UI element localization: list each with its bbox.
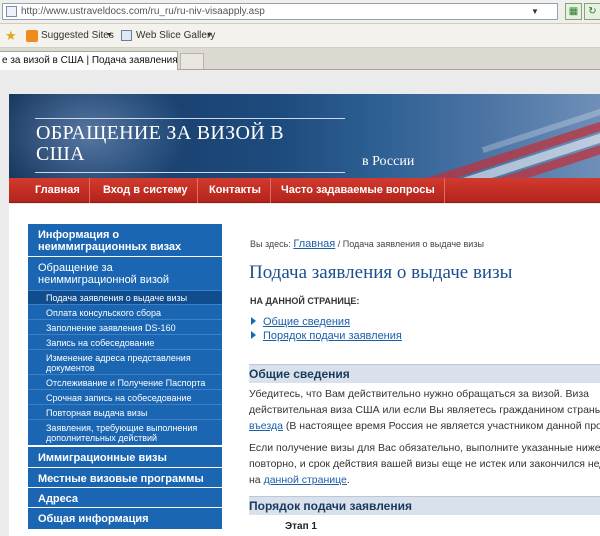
main-nav: Главная Вход в систему Контакты Часто за… — [9, 178, 600, 203]
nav-contacts[interactable]: Контакты — [200, 178, 271, 203]
nav-login[interactable]: Вход в систему — [94, 178, 198, 203]
chevron-down-icon: ▼ — [206, 32, 213, 39]
page-viewport: ОБРАЩЕНИЕ ЗА ВИЗОЙ В США в России Главна… — [0, 70, 600, 536]
favorite-web-slice-gallery[interactable]: Web Slice Gallery — [136, 29, 215, 43]
chevron-down-icon: ▼ — [106, 32, 113, 39]
sidebar: Информация о неиммиграционных визах Обра… — [28, 224, 222, 536]
tab-current[interactable]: е за визой в США | Подача заявления о ..… — [0, 51, 178, 70]
paragraph-general: Убедитесь, что Вам действительно нужно о… — [249, 388, 600, 432]
banner-subtitle: в России — [362, 154, 415, 169]
sidebar-section-niv-info[interactable]: Информация о неиммиграционных визах — [28, 224, 222, 256]
sidebar-section-general[interactable]: Общая информация — [28, 507, 222, 529]
toc-link-general[interactable]: Общие сведения — [251, 316, 350, 328]
sidebar-item-reissue[interactable]: Повторная выдача визы — [28, 404, 222, 419]
this-page-link[interactable]: данной странице — [264, 474, 347, 486]
page-title: Подача заявления о выдаче визы — [249, 262, 513, 283]
paragraph-requirements: Если получение визы для Вас обязательно,… — [249, 442, 600, 486]
sidebar-item-ds160[interactable]: Заполнение заявления DS-160 — [28, 319, 222, 334]
new-tab-button[interactable] — [180, 53, 204, 69]
sidebar-section-local-programs[interactable]: Местные визовые программы — [28, 467, 222, 487]
breadcrumb-home-link[interactable]: Главная — [293, 238, 335, 250]
sidebar-section-immigrant[interactable]: Иммиграционные визы — [28, 446, 222, 467]
favorite-suggested-sites[interactable]: Suggested Sites — [41, 29, 114, 43]
url-input[interactable]: http://www.ustraveldocs.com/ru_ru/ru-niv… — [2, 3, 558, 20]
arrow-right-icon — [251, 331, 256, 339]
sidebar-item-expedited[interactable]: Срочная запись на собеседование — [28, 389, 222, 404]
section-header-general: Общие сведения — [249, 364, 600, 383]
page-icon — [6, 6, 17, 17]
step-label: Этап 1 — [285, 521, 317, 532]
nav-home[interactable]: Главная — [26, 178, 90, 203]
suggested-sites-icon — [26, 30, 38, 42]
compatibility-icon[interactable]: ▦ — [565, 3, 582, 20]
sidebar-section-niv-apply[interactable]: Обращение за неиммиграционной визой — [28, 256, 222, 290]
refresh-icon[interactable]: ↻ — [584, 3, 600, 20]
url-dropdown-icon[interactable]: ▼ — [527, 3, 543, 20]
favorites-bar: ★ Suggested Sites ▼ Web Slice Gallery ▼ — [0, 24, 600, 48]
sidebar-item-additional[interactable]: Заявления, требующие выполнения дополнит… — [28, 419, 222, 445]
sidebar-item-address-change[interactable]: Изменение адреса представления документо… — [28, 349, 222, 374]
sidebar-item-fee[interactable]: Оплата консульского сбора — [28, 304, 222, 319]
web-slice-icon — [121, 30, 132, 41]
sidebar-item-apply[interactable]: Подача заявления о выдаче визы — [28, 290, 222, 304]
section-header-procedure: Порядок подачи заявления — [249, 496, 600, 515]
tab-bar: е за визой в США | Подача заявления о ..… — [0, 48, 600, 70]
sidebar-item-appointment[interactable]: Запись на собеседование — [28, 334, 222, 349]
favorites-star-icon[interactable]: ★ — [5, 29, 17, 43]
url-text: http://www.ustraveldocs.com/ru_ru/ru-niv… — [21, 6, 265, 17]
site-banner: ОБРАЩЕНИЕ ЗА ВИЗОЙ В США в России — [9, 94, 600, 178]
banner-title: ОБРАЩЕНИЕ ЗА ВИЗОЙ В США — [36, 122, 284, 165]
on-page-label: НА ДАННОЙ СТРАНИЦЕ: — [250, 296, 360, 306]
content-area: Информация о неиммиграционных визах Обра… — [9, 204, 600, 536]
sidebar-item-tracking[interactable]: Отслеживание и Получение Паспорта — [28, 374, 222, 389]
sidebar-section-addresses[interactable]: Адреса — [28, 487, 222, 507]
breadcrumb: Вы здесь: Главная / Подача заявления о в… — [250, 238, 484, 250]
nav-faq[interactable]: Часто задаваемые вопросы — [272, 178, 445, 203]
entry-link[interactable]: въезда — [249, 420, 283, 432]
arrow-right-icon — [251, 317, 256, 325]
toc-link-procedure[interactable]: Порядок подачи заявления — [251, 330, 402, 342]
browser-address-bar: http://www.ustraveldocs.com/ru_ru/ru-niv… — [0, 0, 600, 24]
